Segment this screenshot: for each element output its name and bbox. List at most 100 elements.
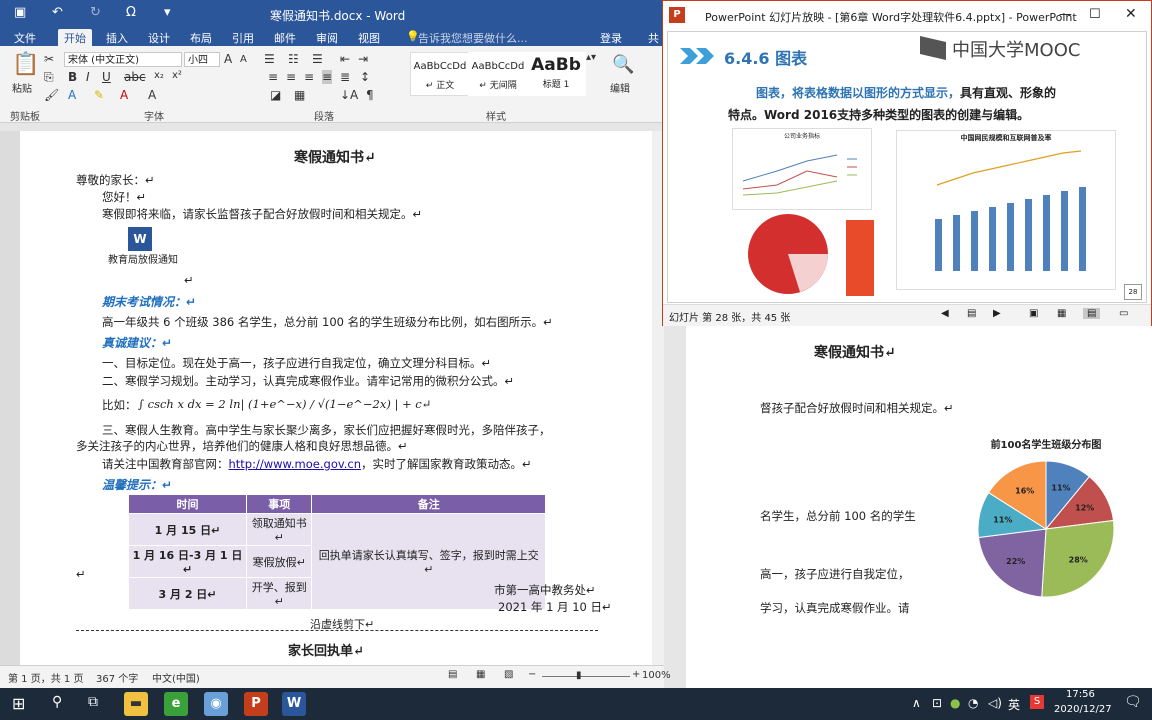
network-icon[interactable]: ⊡ [932, 696, 942, 710]
subscript-icon[interactable]: x₂ [154, 70, 164, 81]
justify-icon[interactable]: ≡ [322, 70, 333, 84]
style-heading-1[interactable]: AaBb 标题 1 [526, 52, 586, 96]
tab-home[interactable]: 开始 [58, 29, 92, 47]
slideshow-view-icon[interactable]: ▭ [1119, 308, 1128, 319]
slide-menu-icon[interactable]: ▤ [967, 308, 976, 319]
strikethrough-icon[interactable]: abc [124, 70, 146, 84]
text-effects-icon[interactable]: A [68, 88, 76, 102]
tab-design[interactable]: 设计 [142, 29, 176, 47]
line-spacing-icon[interactable]: ↕ [360, 70, 370, 84]
symbol-icon[interactable]: Ω [126, 5, 136, 20]
screen-recorder-icon[interactable]: ◉ [204, 692, 228, 716]
notification-icon[interactable]: 🗨 [1124, 694, 1142, 710]
pie-chart-object[interactable]: 前100名学生班级分布图 11% 12% 28% 22% 11% 16% [946, 434, 1146, 634]
borders-icon[interactable]: ▦ [294, 88, 305, 102]
undo-icon[interactable]: ↶ [52, 5, 63, 20]
cut-icon[interactable]: ✂ [44, 52, 54, 66]
clock-time[interactable]: 17:56 [1066, 689, 1095, 700]
maximize-icon[interactable]: ☐ [1089, 7, 1101, 22]
app-tray-icon[interactable]: ● [950, 696, 960, 710]
minimize-icon[interactable]: — [1059, 7, 1072, 22]
normal-view-icon[interactable]: ▣ [1029, 308, 1038, 319]
word-document-icon[interactable]: W [128, 227, 152, 251]
print-layout-icon[interactable]: ▦ [476, 669, 485, 680]
style-no-spacing[interactable]: AaBbCcDd ↵ 无间隔 [468, 52, 528, 96]
clock-date[interactable]: 2020/12/27 [1054, 704, 1112, 715]
paste-icon[interactable]: 📋 [12, 52, 39, 77]
close-icon[interactable]: ✕ [1125, 6, 1137, 22]
save-icon[interactable]: ▣ [14, 5, 26, 20]
sort-icon[interactable]: ↓A [340, 88, 358, 102]
read-mode-icon[interactable]: ▤ [448, 669, 457, 680]
grow-font-icon[interactable]: A [224, 52, 232, 66]
shading-icon[interactable]: ◪ [270, 88, 281, 102]
align-left-icon[interactable]: ≡ [268, 70, 278, 84]
moe-link[interactable]: http://www.moe.gov.cn [229, 457, 362, 471]
sorter-view-icon[interactable]: ▦ [1057, 308, 1066, 319]
tab-review[interactable]: 审阅 [310, 29, 344, 47]
previous-slide-icon[interactable]: ◀ [941, 308, 949, 319]
shrink-font-icon[interactable]: A [240, 54, 247, 65]
search-icon[interactable]: ⚲ [52, 694, 62, 710]
font-color-icon[interactable]: A [120, 88, 128, 102]
show-marks-icon[interactable]: ¶ [366, 88, 374, 102]
zoom-slider[interactable] [542, 676, 630, 677]
format-painter-icon[interactable]: 🖌 [44, 88, 59, 102]
font-size-select[interactable]: 小四 [184, 52, 220, 67]
tab-references[interactable]: 引用 [226, 29, 260, 47]
volume-icon[interactable]: ◁) [988, 696, 1002, 710]
tab-file[interactable]: 文件 [8, 29, 42, 47]
redo-icon[interactable]: ↻ [90, 5, 101, 20]
ime-indicator[interactable]: 英 [1008, 696, 1020, 713]
superscript-icon[interactable]: x² [172, 70, 182, 81]
show-hidden-icons[interactable]: ∧ [912, 696, 921, 710]
browser-icon[interactable]: e [164, 692, 188, 716]
highlight-icon[interactable]: ✎ [94, 88, 104, 102]
italic-icon[interactable]: I [86, 70, 90, 84]
slide-text-line-1: 图表，将表格数据以图形的方式显示，具有直观、形象的 [756, 84, 1056, 101]
reading-view-icon[interactable]: ▤ [1083, 308, 1101, 319]
bullets-icon[interactable]: ☰ [264, 52, 275, 66]
tab-insert[interactable]: 插入 [100, 29, 134, 47]
zoom-slider-thumb[interactable]: ▮ [576, 670, 582, 681]
decrease-indent-icon[interactable]: ⇤ [340, 52, 350, 66]
font-name-select[interactable]: 宋体 (中文正文) [64, 52, 182, 67]
tab-view[interactable]: 视图 [352, 29, 386, 47]
style-normal[interactable]: AaBbCcDd ↵ 正文 [410, 52, 470, 96]
underline-icon[interactable]: U [102, 70, 111, 84]
sogou-ime-icon[interactable]: S [1030, 695, 1044, 709]
task-view-icon[interactable]: ⧉ [88, 694, 98, 710]
align-center-icon[interactable]: ≡ [286, 70, 296, 84]
tell-me-box[interactable]: 告诉我您想要做什么... [412, 29, 534, 47]
char-border-icon[interactable]: A [148, 88, 156, 102]
language: 中文(中国) [152, 674, 200, 685]
sign-in-link[interactable]: 登录 [594, 29, 628, 47]
distributed-icon[interactable]: ≣ [340, 70, 350, 84]
customize-icon[interactable]: ▾ [164, 5, 171, 20]
numbering-icon[interactable]: ☷ [288, 52, 299, 66]
web-layout-icon[interactable]: ▧ [504, 669, 513, 680]
windows-start-icon[interactable]: ⊞ [12, 694, 25, 713]
powerpoint-taskbar-icon[interactable]: P [244, 692, 268, 716]
bold-icon[interactable]: B [68, 70, 77, 84]
zoom-out-icon[interactable]: − [528, 669, 536, 680]
slide[interactable]: 6.4.6 图表 中国大学MOOC 图表，将表格数据以图形的方式显示，具有直观、… [667, 31, 1147, 303]
multilevel-list-icon[interactable]: ☰ [312, 52, 323, 66]
word-taskbar-icon[interactable]: W [282, 692, 306, 716]
word-status-bar: 第 1 页，共 1 页 367 个字 中文(中国) ▤ ▦ ▧ − ▮ + 10… [0, 665, 671, 689]
document-page[interactable]: 寒假通知书↵ 尊敬的家长：↵ 您好！↵ 寒假即将来临，请家长监督孩子配合好放假时… [20, 131, 652, 665]
wifi-icon[interactable]: ◔ [968, 696, 978, 710]
powerpoint-window: P PowerPoint 幻灯片放映 - [第6章 Word字处理软件6.4.p… [662, 0, 1152, 326]
find-icon[interactable]: 🔍 [612, 54, 634, 75]
zoom-in-icon[interactable]: + [632, 669, 640, 680]
next-slide-icon[interactable]: ▶ [993, 308, 1001, 319]
zoom-level[interactable]: 100% [642, 670, 671, 681]
styles-scroll-icon[interactable]: ▴▾ [586, 52, 596, 63]
tab-mailings[interactable]: 邮件 [268, 29, 302, 47]
copy-icon[interactable]: ⎘ [44, 70, 54, 85]
align-right-icon[interactable]: ≡ [304, 70, 314, 84]
increase-indent-icon[interactable]: ⇥ [358, 52, 368, 66]
word-count: 367 个字 [96, 674, 139, 685]
tab-layout[interactable]: 布局 [184, 29, 218, 47]
file-explorer-icon[interactable]: ▬ [124, 692, 148, 716]
